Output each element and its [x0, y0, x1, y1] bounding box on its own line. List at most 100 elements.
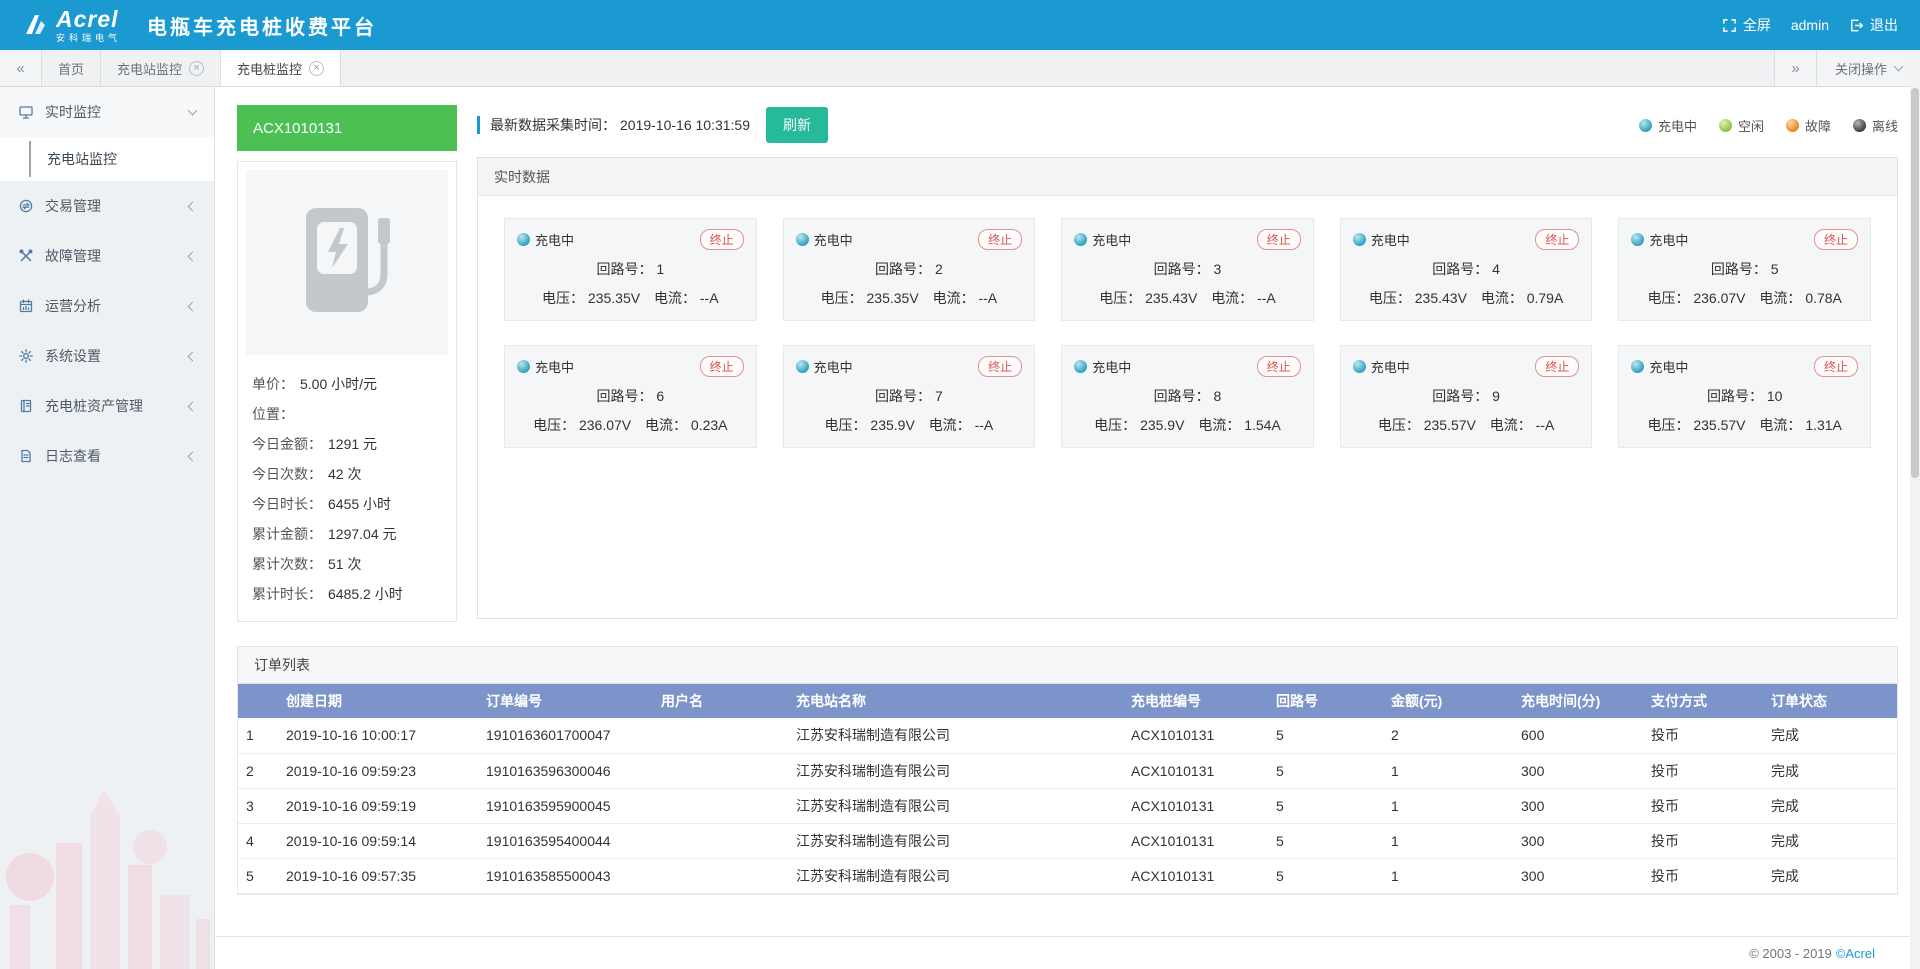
- stat-label: 累计次数：: [252, 549, 322, 579]
- sidebar-item-faults[interactable]: 故障管理: [0, 231, 214, 281]
- acrel-logo-icon: [22, 12, 48, 38]
- close-icon[interactable]: ×: [309, 61, 324, 76]
- stat-label: 累计时长：: [252, 579, 322, 609]
- terminate-button[interactable]: 终止: [978, 229, 1022, 250]
- terminate-button[interactable]: 终止: [978, 356, 1022, 377]
- sidebar-item-analytics[interactable]: 运营分析: [0, 281, 214, 331]
- charging-status-dot: [517, 233, 530, 246]
- realtime-section-title: 实时数据: [478, 158, 1897, 196]
- terminate-button[interactable]: 终止: [1814, 229, 1858, 250]
- cell-order-status: 完成: [1763, 788, 1897, 823]
- circuit-number: 9: [1492, 388, 1500, 404]
- channel-status-label: 充电中: [1649, 230, 1688, 249]
- logout-label: 退出: [1870, 15, 1898, 35]
- voltage-label: 电压：: [542, 290, 584, 306]
- app-title: 电瓶车充电桩收费平台: [147, 11, 377, 40]
- fullscreen-icon: [1722, 18, 1737, 33]
- terminate-button[interactable]: 终止: [700, 356, 744, 377]
- tabs-scroll-right-button[interactable]: »: [1774, 50, 1816, 86]
- sidebar-item-pile-assets[interactable]: 充电桩资产管理: [0, 381, 214, 431]
- voltage-value: 235.43V: [1415, 290, 1467, 306]
- top-header: Acrel 安科瑞电气 电瓶车充电桩收费平台 全屏 admin 退出: [0, 0, 1920, 50]
- stat-label: 累计金额：: [252, 519, 322, 549]
- table-row: 3 2019-10-16 09:59:19 1910163595900045 江…: [238, 788, 1897, 823]
- voltage-value: 236.07V: [1693, 290, 1745, 306]
- cell-order-status: 完成: [1763, 753, 1897, 788]
- sidebar-item-settings[interactable]: 系统设置: [0, 331, 214, 381]
- chevron-left-icon: [188, 201, 198, 211]
- user-menu[interactable]: admin: [1791, 17, 1829, 33]
- sidebar-item-label: 实时监控: [45, 102, 178, 122]
- charging-status-dot: [1074, 233, 1087, 246]
- terminate-button[interactable]: 终止: [1814, 356, 1858, 377]
- legend-idle: 空闲: [1719, 116, 1764, 135]
- cell-index: 4: [238, 823, 278, 858]
- close-icon[interactable]: ×: [189, 61, 204, 76]
- current-label: 电流：: [1490, 417, 1532, 433]
- chevron-left-icon: [188, 251, 198, 261]
- cell-order-number: 1910163595900045: [478, 788, 653, 823]
- circuit-label: 回路号：: [596, 261, 652, 277]
- pile-id-header: ACX1010131: [237, 105, 457, 151]
- stat-value: 1291 元: [328, 429, 377, 459]
- circuit-label: 回路号：: [1432, 388, 1488, 404]
- charging-status-dot: [796, 233, 809, 246]
- channel-card: 充电中 终止 回路号： 7 电压： 235.9V: [783, 345, 1036, 448]
- transaction-icon: [18, 198, 34, 214]
- legend-charging: 充电中: [1639, 116, 1697, 135]
- cell-charge-minutes: 300: [1513, 858, 1643, 893]
- terminate-button[interactable]: 终止: [1257, 356, 1301, 377]
- sidebar-item-label: 故障管理: [45, 246, 178, 266]
- voltage-value: 235.35V: [867, 290, 919, 306]
- page-scrollbar[interactable]: [1910, 50, 1920, 969]
- stat-line: 今日次数： 42 次: [252, 459, 442, 489]
- sidebar-item-station-monitor[interactable]: 充电站监控: [0, 137, 214, 181]
- legend-label: 故障: [1805, 116, 1831, 135]
- sidebar-item-transactions[interactable]: 交易管理: [0, 181, 214, 231]
- cell-amount: 2: [1383, 718, 1513, 753]
- cell-station-name: 江苏安科瑞制造有限公司: [788, 858, 1123, 893]
- sidebar-item-realtime-monitor[interactable]: 实时监控: [0, 87, 214, 137]
- cell-pile-number: ACX1010131: [1123, 753, 1268, 788]
- channel-card: 充电中 终止 回路号： 4 电压： 235.43V: [1340, 218, 1593, 321]
- stat-value: 1297.04 元: [328, 519, 397, 549]
- terminate-button[interactable]: 终止: [1257, 229, 1301, 250]
- orders-section-title: 订单列表: [237, 646, 1898, 684]
- tools-icon: [18, 248, 34, 264]
- sidebar-item-logs[interactable]: 日志查看: [0, 431, 214, 481]
- scrollbar-thumb[interactable]: [1911, 88, 1919, 478]
- circuit-number: 8: [1214, 388, 1222, 404]
- voltage-label: 电压：: [1647, 417, 1689, 433]
- terminate-button[interactable]: 终止: [1535, 229, 1579, 250]
- terminate-button[interactable]: 终止: [1535, 356, 1579, 377]
- channel-status-label: 充电中: [814, 357, 853, 376]
- cell-circuit-number: 5: [1268, 823, 1383, 858]
- fullscreen-button[interactable]: 全屏: [1722, 15, 1771, 35]
- circuit-label: 回路号：: [1154, 388, 1210, 404]
- current-value: --A: [978, 290, 997, 306]
- logo-text: Acrel: [56, 8, 121, 31]
- terminate-button[interactable]: 终止: [700, 229, 744, 250]
- refresh-button[interactable]: 刷新: [766, 107, 828, 143]
- current-value: --A: [1257, 290, 1276, 306]
- channel-card: 充电中 终止 回路号： 3 电压： 235.43V: [1061, 218, 1314, 321]
- current-label: 电流：: [1759, 290, 1801, 306]
- cell-charge-minutes: 300: [1513, 788, 1643, 823]
- cell-amount: 1: [1383, 788, 1513, 823]
- close-operations-dropdown[interactable]: 关闭操作: [1816, 50, 1920, 86]
- current-label: 电流：: [1759, 417, 1801, 433]
- circuit-number: 2: [935, 261, 943, 277]
- stat-value: 6485.2 小时: [328, 579, 403, 609]
- tab-pile-monitor[interactable]: 充电桩监控 ×: [221, 50, 341, 86]
- tab-station-monitor[interactable]: 充电站监控 ×: [101, 50, 221, 86]
- document-icon: [18, 448, 34, 464]
- logout-button[interactable]: 退出: [1849, 15, 1898, 35]
- acrel-footer-link[interactable]: ©Acrel: [1836, 946, 1875, 961]
- tab-home[interactable]: 首页: [42, 50, 101, 86]
- cell-username: [653, 718, 788, 753]
- tab-bar: « 首页 充电站监控 × 充电桩监控 × » 关闭操作: [0, 50, 1920, 87]
- tabs-scroll-left-button[interactable]: «: [0, 50, 42, 86]
- circuit-number: 1: [656, 261, 664, 277]
- stat-value: 42 次: [328, 459, 361, 489]
- current-label: 电流：: [1481, 290, 1523, 306]
